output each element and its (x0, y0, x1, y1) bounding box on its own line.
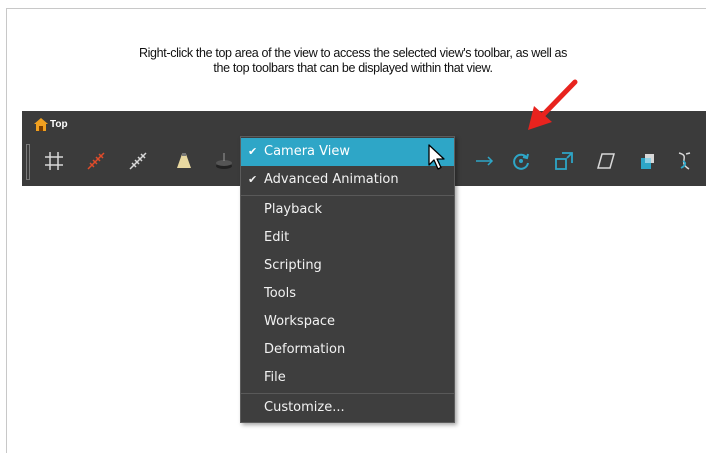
menu-item-playback[interactable]: Playback (241, 196, 454, 224)
menu-item-workspace[interactable]: Workspace (241, 308, 454, 336)
caption-line-1: Right-click the top area of the view to … (138, 46, 568, 60)
home-icon (34, 118, 48, 131)
rotate-icon[interactable] (509, 149, 533, 173)
menu-item-advanced-animation[interactable]: ✔ Advanced Animation (241, 166, 454, 194)
caption-line-2: the top toolbars that can be displayed w… (213, 61, 493, 75)
menu-item-tools[interactable]: Tools (241, 280, 454, 308)
check-icon: ✔ (248, 145, 258, 158)
menu-item-label: Camera View (264, 144, 350, 159)
stack-icon[interactable] (212, 149, 236, 173)
menu-item-customize[interactable]: Customize... (241, 394, 454, 422)
view-title-label: Top (50, 119, 68, 130)
instruction-caption: Right-click the top area of the view to … (0, 46, 706, 76)
skew-icon[interactable] (594, 149, 618, 173)
menu-item-camera-view[interactable]: ✔ Camera View (241, 138, 454, 166)
menu-item-label: Playback (264, 202, 323, 217)
menu-item-deformation[interactable]: Deformation (241, 336, 454, 364)
menu-item-label: Customize... (264, 400, 345, 415)
menu-item-label: Workspace (264, 314, 336, 329)
menu-item-scripting[interactable]: Scripting (241, 252, 454, 280)
view-title: Top (34, 118, 68, 131)
light-cone-icon[interactable] (172, 149, 196, 173)
scale-icon[interactable] (552, 149, 576, 173)
red-ruler-icon[interactable] (84, 149, 108, 173)
menu-item-label: Advanced Animation (264, 172, 399, 187)
sq-icon[interactable] (635, 149, 659, 173)
motion-icon[interactable] (474, 149, 498, 173)
twist-icon[interactable] (672, 149, 696, 173)
menu-item-file[interactable]: File (241, 364, 454, 392)
red-arrow-icon (528, 79, 578, 130)
mouse-pointer-icon (428, 144, 445, 170)
grid-icon[interactable] (42, 149, 66, 173)
menu-item-label: Edit (264, 230, 290, 245)
menu-item-edit[interactable]: Edit (241, 224, 454, 252)
check-icon: ✔ (248, 173, 258, 186)
menu-item-label: Deformation (264, 342, 346, 357)
menu-item-label: File (264, 370, 286, 385)
menu-item-label: Scripting (264, 258, 322, 273)
toolbar-context-menu: ✔ Camera View ✔ Advanced Animation Playb… (240, 136, 455, 423)
toolbar-grip-handle[interactable] (26, 144, 30, 180)
white-ruler-icon[interactable] (126, 149, 150, 173)
menu-item-label: Tools (264, 286, 297, 301)
